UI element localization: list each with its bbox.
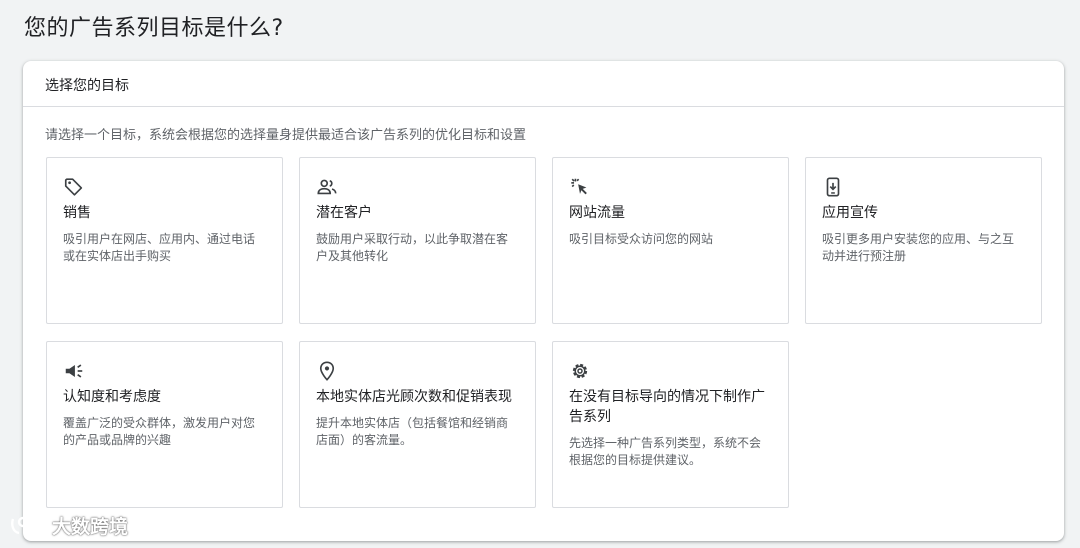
- people-icon: [317, 179, 337, 195]
- cursor-click-icon: [571, 178, 587, 195]
- goal-title: 网站流量: [569, 205, 625, 221]
- goal-title: 本地实体店光顾次数和促销表现: [316, 389, 512, 405]
- watermark-logo-icon: [11, 516, 46, 534]
- watermark-text: 大数跨境: [52, 516, 129, 538]
- goal-description: 吸引更多用户安装您的应用、与之互动并进行预注册: [822, 232, 1015, 263]
- goal-card-website-traffic[interactable]: 网站流量 吸引目标受众访问您的网站: [552, 157, 789, 324]
- goal-card-app-promotion[interactable]: 应用宣传 吸引更多用户安装您的应用、与之互动并进行预注册: [805, 157, 1042, 324]
- goal-card-sales[interactable]: 销售 吸引用户在网店、应用内、通过电话或在实体店出手购买: [46, 157, 283, 324]
- goal-description: 提升本地实体店（包括餐馆和经销商店面）的客流量。: [316, 416, 509, 447]
- goal-description: 先选择一种广告系列类型，系统不会根据您的目标提供建议。: [569, 436, 762, 467]
- goal-title: 销售: [63, 205, 91, 221]
- goal-card-awareness[interactable]: 认知度和考虑度 覆盖广泛的受众群体，激发用户对您的产品或品牌的兴趣: [46, 341, 283, 508]
- goal-description: 吸引用户在网店、应用内、通过电话或在实体店出手购买: [63, 232, 256, 263]
- goal-description: 吸引目标受众访问您的网站: [569, 232, 714, 246]
- goal-description: 覆盖广泛的受众群体，激发用户对您的产品或品牌的兴趣: [63, 416, 256, 447]
- goal-description: 鼓励用户采取行动，以此争取潜在客户及其他转化: [316, 232, 509, 263]
- tag-icon: [64, 178, 83, 196]
- goal-title: 认知度和考虑度: [63, 389, 161, 405]
- megaphone-icon: [65, 364, 83, 378]
- goal-card-leads[interactable]: 潜在客户 鼓励用户采取行动，以此争取潜在客户及其他转化: [299, 157, 536, 324]
- goal-title: 在没有目标导向的情况下制作广告系列: [569, 389, 765, 425]
- panel-header: 选择您的目标: [23, 61, 1064, 107]
- location-pin-icon: [319, 361, 335, 381]
- goal-title: 潜在客户: [316, 205, 372, 221]
- goal-title: 应用宣传: [822, 205, 878, 221]
- goal-selection-panel: 选择您的目标 请选择一个目标，系统会根据您的选择量身提供最适合该广告系列的优化目…: [23, 61, 1064, 541]
- gear-icon: [572, 363, 588, 379]
- page-title: 您的广告系列目标是什么?: [24, 16, 284, 41]
- panel-description: 请选择一个目标，系统会根据您的选择量身提供最适合该广告系列的优化目标和设置: [45, 128, 527, 143]
- goal-card-no-goal[interactable]: 在没有目标导向的情况下制作广告系列 先选择一种广告系列类型，系统不会根据您的目标…: [552, 341, 789, 508]
- watermark: 大数跨境: [10, 512, 128, 539]
- goal-card-local-store-visits[interactable]: 本地实体店光顾次数和促销表现 提升本地实体店（包括餐馆和经销商店面）的客流量。: [299, 341, 536, 508]
- mobile-download-icon: [826, 177, 840, 197]
